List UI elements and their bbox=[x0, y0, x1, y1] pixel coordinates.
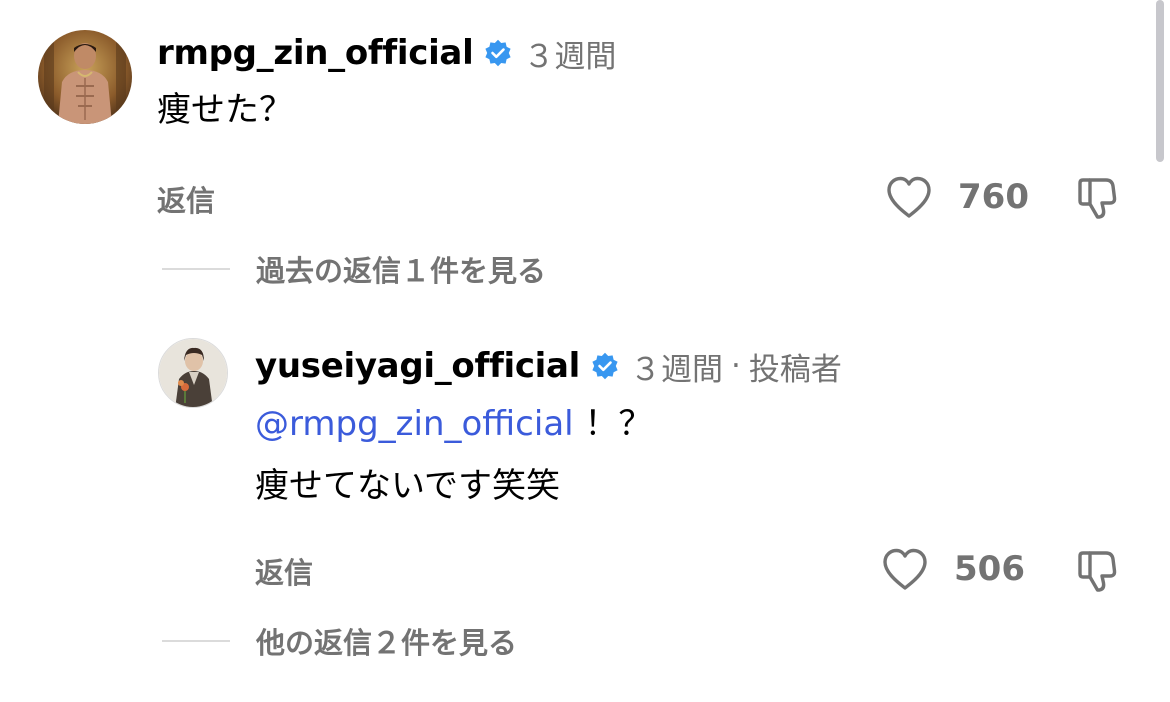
view-more-replies[interactable]: 他の返信２件を見る bbox=[162, 620, 517, 662]
view-replies-label: 過去の返信１件を見る bbox=[256, 254, 547, 288]
view-previous-replies[interactable]: 過去の返信１件を見る bbox=[162, 248, 546, 290]
thread-line bbox=[162, 640, 230, 642]
heart-icon[interactable] bbox=[884, 174, 934, 220]
verified-badge-icon bbox=[483, 38, 513, 68]
thread-line bbox=[162, 268, 230, 270]
verified-badge-icon bbox=[590, 351, 620, 381]
thumbs-down-icon[interactable] bbox=[1076, 176, 1118, 220]
comment-text: 痩せた？ bbox=[157, 90, 293, 130]
reply-username[interactable]: yuseiyagi_official bbox=[255, 346, 580, 386]
like-count: 760 bbox=[958, 177, 1029, 217]
comment-username[interactable]: rmpg_zin_official bbox=[157, 33, 474, 73]
reply-text-line1: @rmpg_zin_official ！？ bbox=[255, 394, 652, 454]
avatar-rmpg-zin[interactable] bbox=[38, 30, 132, 124]
view-replies-label: 他の返信２件を見る bbox=[256, 626, 518, 660]
reply-text-line2: 痩せてないです笑笑 bbox=[255, 466, 560, 506]
reply-text-suffix: ！？ bbox=[573, 404, 653, 444]
comment-time: ３週間 bbox=[523, 38, 617, 75]
avatar-yuseiyagi[interactable] bbox=[158, 338, 228, 408]
reply-button[interactable]: 返信 bbox=[255, 550, 313, 592]
mention-link[interactable]: @rmpg_zin_official bbox=[255, 404, 574, 444]
reply-time: ３週間 bbox=[630, 351, 724, 388]
author-label: 投稿者 bbox=[748, 351, 842, 388]
like-count: 506 bbox=[954, 549, 1025, 589]
reply-button[interactable]: 返信 bbox=[157, 178, 215, 220]
like-group: 506 bbox=[880, 546, 1025, 592]
thumbs-down-icon[interactable] bbox=[1076, 549, 1118, 593]
comment-header: rmpg_zin_official ３週間 bbox=[157, 30, 616, 76]
scrollbar[interactable] bbox=[1156, 0, 1164, 162]
heart-icon[interactable] bbox=[880, 546, 930, 592]
comments-screen: rmpg_zin_official ３週間 痩せた？ 返信 760 過去の返信１… bbox=[0, 0, 1170, 702]
meta-separator: · bbox=[731, 348, 741, 384]
reply-header: yuseiyagi_official ３週間 · 投稿者 bbox=[255, 344, 842, 388]
like-group: 760 bbox=[884, 174, 1029, 220]
